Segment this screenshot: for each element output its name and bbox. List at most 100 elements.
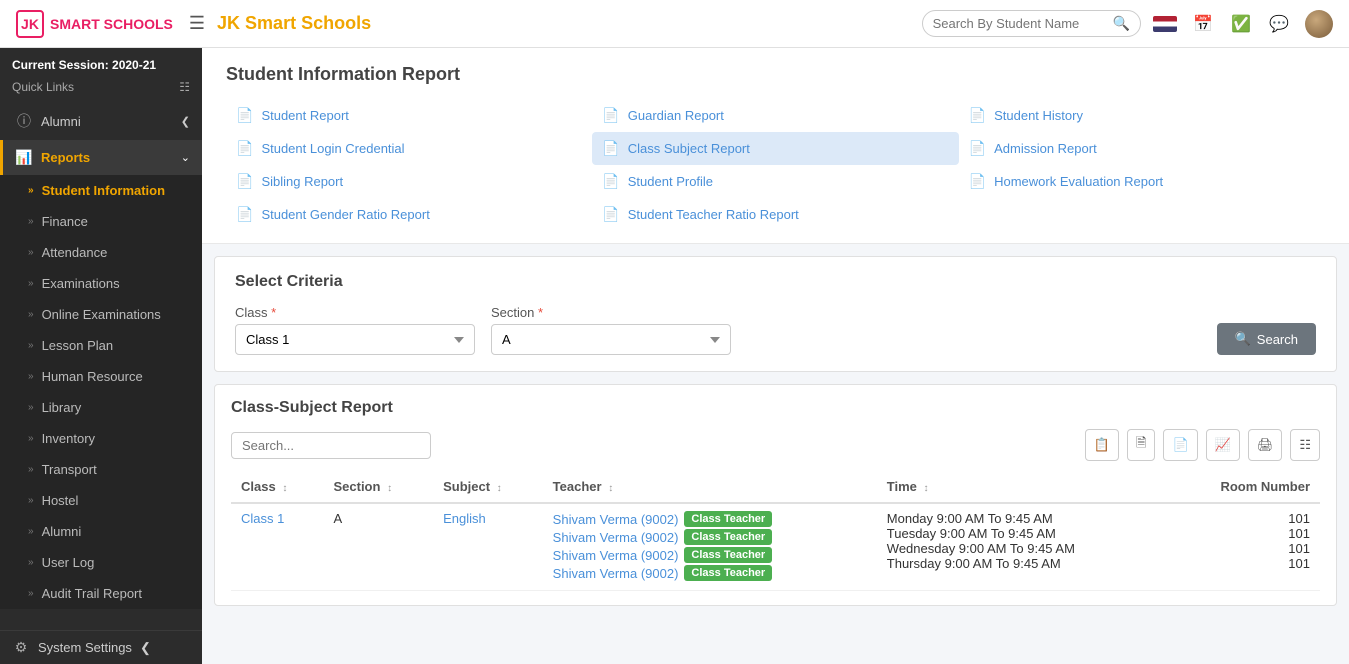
report-link-guardian-report[interactable]: 📄 Guardian Report (592, 99, 958, 132)
arrow-icon: » (28, 371, 34, 382)
sidebar-item-audit-trail[interactable]: » Audit Trail Report (0, 578, 202, 609)
col-class[interactable]: Class ↕ (231, 471, 323, 503)
report-link-admission-report[interactable]: 📄 Admission Report (959, 132, 1325, 165)
report-link-homework-evaluation[interactable]: 📄 Homework Evaluation Report (959, 165, 1325, 198)
avatar[interactable] (1305, 10, 1333, 38)
columns-button[interactable]: ☷ (1290, 429, 1320, 461)
report-doc-icon: 📄 (236, 140, 253, 157)
report-doc-icon: 📄 (602, 206, 619, 223)
sidebar-item-examinations[interactable]: » Examinations (0, 268, 202, 299)
report-link-student-login-credential[interactable]: 📄 Student Login Credential (226, 132, 592, 165)
csv-button[interactable]: 📄 (1163, 429, 1197, 461)
report-doc-icon: 📄 (969, 107, 986, 124)
arrow-icon: » (28, 495, 34, 506)
arrow-icon: » (28, 464, 34, 475)
class-teacher-badge: Class Teacher (684, 511, 772, 527)
sidebar-item-system-settings[interactable]: ⚙ System Settings ❮ (0, 630, 202, 664)
calendar-icon[interactable]: 📅 (1191, 12, 1215, 36)
sort-icon: ↕ (924, 483, 929, 494)
flag-icon[interactable] (1153, 12, 1177, 36)
arrow-icon: » (28, 216, 34, 227)
class-link[interactable]: Class 1 (241, 511, 284, 526)
col-teacher[interactable]: Teacher ↕ (543, 471, 877, 503)
search-btn-icon: 🔍 (1235, 331, 1251, 347)
arrow-icon: » (28, 278, 34, 289)
report-link-student-gender-ratio[interactable]: 📄 Student Gender Ratio Report (226, 198, 592, 231)
sidebar-item-attendance[interactable]: » Attendance (0, 237, 202, 268)
copy-button[interactable]: 📋 (1085, 429, 1119, 461)
report-grid: 📄 Student Report 📄 Student Login Credent… (226, 99, 1325, 231)
whatsapp-icon[interactable]: 💬 (1267, 12, 1291, 36)
arrow-icon: » (28, 433, 34, 444)
report-doc-icon: 📄 (602, 140, 619, 157)
sidebar-item-lesson-plan[interactable]: » Lesson Plan (0, 330, 202, 361)
report-link-label: Student Report (261, 108, 348, 123)
report-link-student-profile[interactable]: 📄 Student Profile (592, 165, 958, 198)
table-body: Class 1 A English Shivam Verma (9002) Cl… (231, 503, 1320, 591)
search-input[interactable] (933, 16, 1113, 31)
logo-box: JK (16, 10, 44, 38)
sidebar-item-hostel[interactable]: » Hostel (0, 485, 202, 516)
main-content: Student Information Report 📄 Student Rep… (202, 48, 1349, 664)
col-subject[interactable]: Subject ↕ (433, 471, 543, 503)
search-btn-label: Search (1257, 332, 1298, 347)
hamburger-button[interactable]: ☰ (189, 13, 205, 34)
sidebar-item-reports[interactable]: 📊 Reports ⌄ (0, 140, 202, 175)
subject-link[interactable]: English (443, 511, 486, 526)
sidebar-label-online-examinations: Online Examinations (42, 307, 161, 322)
report-link-class-subject-report[interactable]: 📄 Class Subject Report (592, 132, 958, 165)
sidebar-item-finance[interactable]: » Finance (0, 206, 202, 237)
sidebar-item-alumni-top[interactable]: ⓘ Alumni ❮ (0, 102, 202, 140)
print-button[interactable]: 🖨 (1248, 429, 1283, 461)
sidebar-item-online-examinations[interactable]: » Online Examinations (0, 299, 202, 330)
report-link-student-teacher-ratio[interactable]: 📄 Student Teacher Ratio Report (592, 198, 958, 231)
table-toolbar: 📋 🗎 📄 📈 🖨 ☷ (231, 429, 1320, 461)
cell-time: Monday 9:00 AM To 9:45 AM Tuesday 9:00 A… (877, 503, 1167, 591)
report-doc-icon: 📄 (236, 173, 253, 190)
table-section-title: Class-Subject Report (231, 399, 1320, 417)
class-select[interactable]: Class 1 Class 2 Class 3 Class 4 Class 5 (235, 324, 475, 355)
teacher-row: Shivam Verma (9002) Class Teacher (553, 565, 867, 581)
search-icon[interactable]: 🔍 (1113, 15, 1130, 32)
sidebar-label-student-information: Student Information (42, 183, 166, 198)
search-button[interactable]: 🔍 Search (1217, 323, 1316, 355)
col-section[interactable]: Section ↕ (323, 471, 433, 503)
col-time[interactable]: Time ↕ (877, 471, 1167, 503)
sidebar-submenu-reports: » Student Information » Finance » Attend… (0, 175, 202, 609)
table-section: Class-Subject Report 📋 🗎 📄 📈 🖨 ☷ Class ↕… (214, 384, 1337, 606)
cell-section: A (323, 503, 433, 591)
section-select[interactable]: A B C D (491, 324, 731, 355)
checklist-icon[interactable]: ✅ (1229, 12, 1253, 36)
sidebar-label-lesson-plan: Lesson Plan (42, 338, 114, 353)
sidebar-item-student-information[interactable]: » Student Information (0, 175, 202, 206)
sidebar-label-user-log: User Log (42, 555, 95, 570)
report-link-sibling-report[interactable]: 📄 Sibling Report (226, 165, 592, 198)
sidebar-item-transport[interactable]: » Transport (0, 454, 202, 485)
sidebar-item-user-log[interactable]: » User Log (0, 547, 202, 578)
sidebar-label-reports: Reports (41, 150, 90, 165)
sidebar-item-alumni-sub[interactable]: » Alumni (0, 516, 202, 547)
criteria-section: Select Criteria Class * Class 1 Class 2 … (214, 256, 1337, 372)
teacher-name: Shivam Verma (9002) (553, 530, 679, 545)
class-teacher-badge: Class Teacher (684, 565, 772, 581)
excel-button[interactable]: 📈 (1206, 429, 1240, 461)
report-link-student-history[interactable]: 📄 Student History (959, 99, 1325, 132)
session-label: Current Session: 2020-21 (12, 58, 190, 72)
report-link-label: Student Gender Ratio Report (261, 207, 429, 222)
table-search-input[interactable] (231, 432, 431, 459)
arrow-icon: » (28, 185, 34, 196)
sidebar-item-inventory[interactable]: » Inventory (0, 423, 202, 454)
report-link-student-report[interactable]: 📄 Student Report (226, 99, 592, 132)
quick-links[interactable]: Quick Links ☷ (0, 78, 202, 102)
sidebar-item-library[interactable]: » Library (0, 392, 202, 423)
topnav: JK SMART SCHOOLS ☰ JK Smart Schools 🔍 📅 … (0, 0, 1349, 48)
pdf-button[interactable]: 🗎 (1127, 429, 1155, 461)
sidebar-item-human-resource[interactable]: » Human Resource (0, 361, 202, 392)
data-table: Class ↕ Section ↕ Subject ↕ Teacher ↕ Ti… (231, 471, 1320, 591)
col-room-number[interactable]: Room Number (1167, 471, 1320, 503)
class-teacher-badge: Class Teacher (684, 547, 772, 563)
class-label: Class * (235, 305, 475, 320)
report-link-label: Admission Report (994, 141, 1097, 156)
sidebar-session: Current Session: 2020-21 (0, 48, 202, 78)
sort-icon: ↕ (282, 483, 287, 494)
